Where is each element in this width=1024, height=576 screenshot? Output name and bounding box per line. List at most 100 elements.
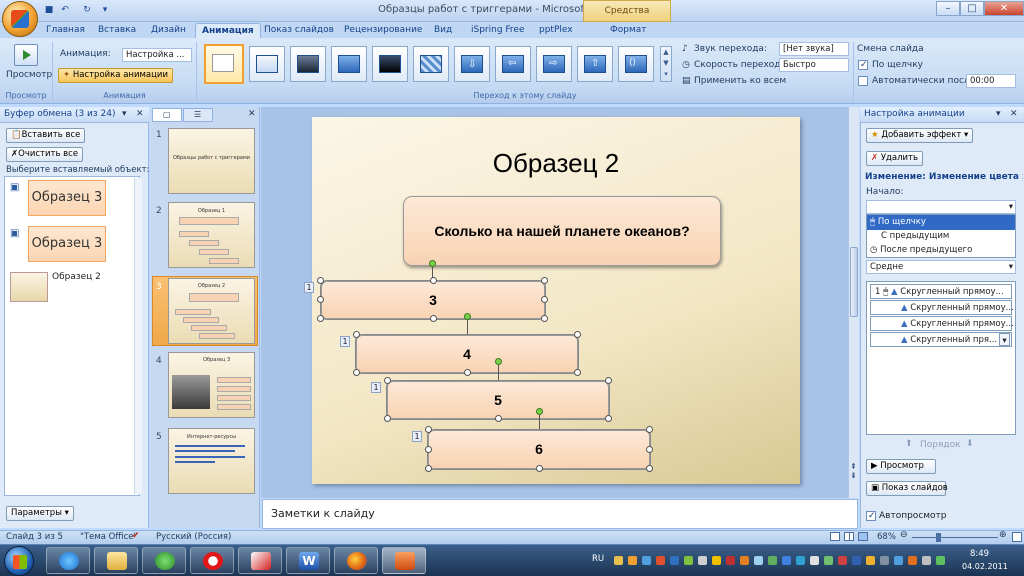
resize-handle[interactable] [541,296,548,303]
spellcheck-icon[interactable]: ✔ [132,531,140,541]
clear-all-button[interactable]: ✗Очистить все [6,147,84,162]
speed-combo-pane[interactable]: Средне ▾ [866,260,1016,274]
move-up-icon[interactable]: ⬆ [905,439,913,449]
resize-handle[interactable] [574,369,581,376]
animation-list-item[interactable]: 1 🖱 ▲ Скругленный прямоу... [870,284,1012,299]
tab-home[interactable]: Главная [40,23,91,38]
start-combo[interactable]: ▾ [866,200,1016,214]
resize-handle[interactable] [353,369,360,376]
close-icon[interactable]: ✕ [1010,109,1018,119]
slideshow-button[interactable]: ▣ Показ слайдов [866,481,948,496]
taskbar-firefox[interactable] [334,547,378,574]
resize-handle[interactable] [646,465,653,472]
transition-wipe-down[interactable]: ⇩ [454,46,490,82]
resize-handle[interactable] [430,315,437,322]
auto-after-checkbox[interactable] [858,76,868,87]
network-icon[interactable] [936,556,945,565]
keyboard-language[interactable]: RU [592,554,604,564]
tray-icon[interactable] [824,556,833,565]
transition-wipe-right[interactable]: ⇨ [536,46,572,82]
dropdown-arrow-icon[interactable]: ▾ [122,109,127,119]
remove-button[interactable]: ✗ Удалить [866,151,924,166]
answer-box-4[interactable]: 4 [355,334,579,374]
editor-scrollbar[interactable]: ⇞ ⇟ [848,107,859,498]
tab-outline[interactable]: ☰ [183,108,213,122]
on-click-checkbox[interactable] [858,60,868,71]
resize-handle[interactable] [541,277,548,284]
tray-icon[interactable] [852,556,861,565]
tab-format[interactable]: Формат [604,23,653,38]
notes-field[interactable]: Заметки к слайду [262,499,858,529]
answer-box-5[interactable]: 5 [386,380,610,420]
tray-icon[interactable] [726,556,735,565]
transition-gallery-scroll[interactable]: ▲ ▼ ▾ [660,46,672,82]
taskbar-app[interactable] [238,547,282,574]
transition-none[interactable] [204,44,244,84]
resize-handle[interactable] [605,415,612,422]
preview-button[interactable]: Просмотр [6,70,52,80]
preview-icon[interactable] [14,44,38,66]
undo-icon[interactable]: ↶ [58,4,72,17]
transition-split[interactable]: ⟨⟩ [618,46,654,82]
apply-all-button[interactable]: Применить ко всем [694,76,786,86]
clip-item[interactable]: Образец 3 [28,226,106,262]
resize-handle[interactable] [574,331,581,338]
clock-date[interactable]: 04.02.2011 [962,562,1008,571]
animation-combo[interactable]: Настройка ... [122,48,192,62]
status-language[interactable]: Русский (Россия) [156,532,231,542]
tray-icon[interactable] [796,556,805,565]
tray-icon[interactable] [810,556,819,565]
zoom-in-icon[interactable]: ⊕ [999,530,1007,540]
tab-insert[interactable]: Вставка [92,23,142,38]
resize-handle[interactable] [495,415,502,422]
taskbar-opera[interactable] [190,547,234,574]
zoom-slider[interactable] [912,537,998,538]
transition-dissolve[interactable] [413,46,449,82]
resize-handle[interactable] [541,315,548,322]
tray-icon[interactable] [642,556,651,565]
tray-icon[interactable] [614,556,623,565]
taskbar-explorer[interactable] [94,547,138,574]
clip-item[interactable]: Образец 2 [52,272,101,282]
tab-pptplex[interactable]: pptPlex [533,23,579,38]
dropdown-arrow-icon[interactable]: ▾ [999,333,1010,346]
taskbar-ie[interactable] [46,547,90,574]
params-button[interactable]: Параметры ▾ [6,506,74,521]
tray-icon[interactable] [628,556,637,565]
clock-time[interactable]: 8:49 [970,549,989,559]
play-button[interactable]: ▶ Просмотр [866,459,936,474]
tray-icon[interactable] [698,556,707,565]
minimize-button[interactable]: – [936,1,960,16]
resize-handle[interactable] [317,315,324,322]
autopreview-checkbox[interactable] [866,511,876,522]
resize-handle[interactable] [353,331,360,338]
slide-title[interactable]: Образец 2 [312,148,800,179]
redo-icon[interactable]: ↻ [80,4,94,17]
tray-icon[interactable] [768,556,777,565]
custom-animation-button[interactable]: ✦ Настройка анимации [58,68,173,83]
clip-item[interactable]: Образец 3 [28,180,106,216]
transition-wipe-left[interactable]: ⇦ [495,46,531,82]
tab-slides[interactable]: ▢ [152,108,182,122]
slide-thumb-4[interactable]: Образец 3 [168,352,255,418]
clip-slide-thumb[interactable] [10,272,48,302]
question-box[interactable]: Сколько на нашей планете океанов? [403,196,721,266]
speed-combo[interactable]: Быстро [779,58,849,72]
sorter-view-icon[interactable] [844,532,854,541]
transition-fade-black[interactable] [290,46,326,82]
add-effect-button[interactable]: ★ Добавить эффект ▾ [866,128,974,143]
slide-thumb-3[interactable]: Образец 2 [168,278,255,344]
resize-handle[interactable] [536,465,543,472]
tray-icon[interactable] [740,556,749,565]
resize-handle[interactable] [464,369,471,376]
resize-handle[interactable] [430,277,437,284]
slide-thumb-2[interactable]: Образец 1 [168,202,255,268]
sound-combo[interactable]: [Нет звука] [779,42,849,56]
tray-icon[interactable] [712,556,721,565]
tab-design[interactable]: Дизайн [145,23,192,38]
rotation-handle[interactable] [495,358,502,365]
answer-box-6[interactable]: 6 [427,429,651,470]
move-down-icon[interactable]: ⬇ [966,439,974,449]
tray-icon[interactable] [908,556,917,565]
resize-handle[interactable] [425,426,432,433]
